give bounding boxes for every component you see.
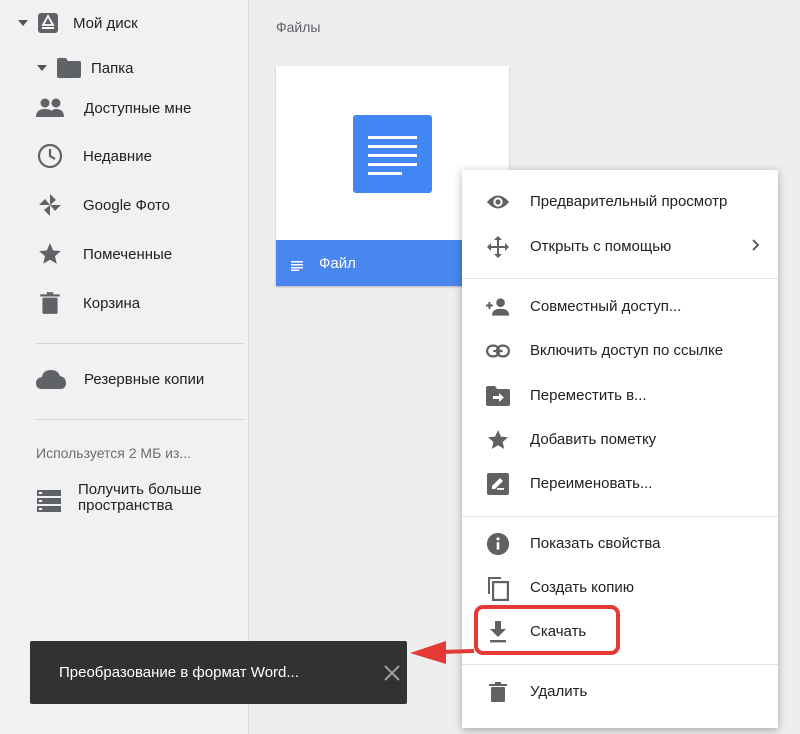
toast-message: Преобразование в формат Word... — [59, 664, 299, 681]
toast-notification: Преобразование в формат Word... — [30, 641, 407, 704]
annotation-arrow-icon — [410, 641, 475, 664]
close-icon[interactable] — [383, 664, 401, 682]
